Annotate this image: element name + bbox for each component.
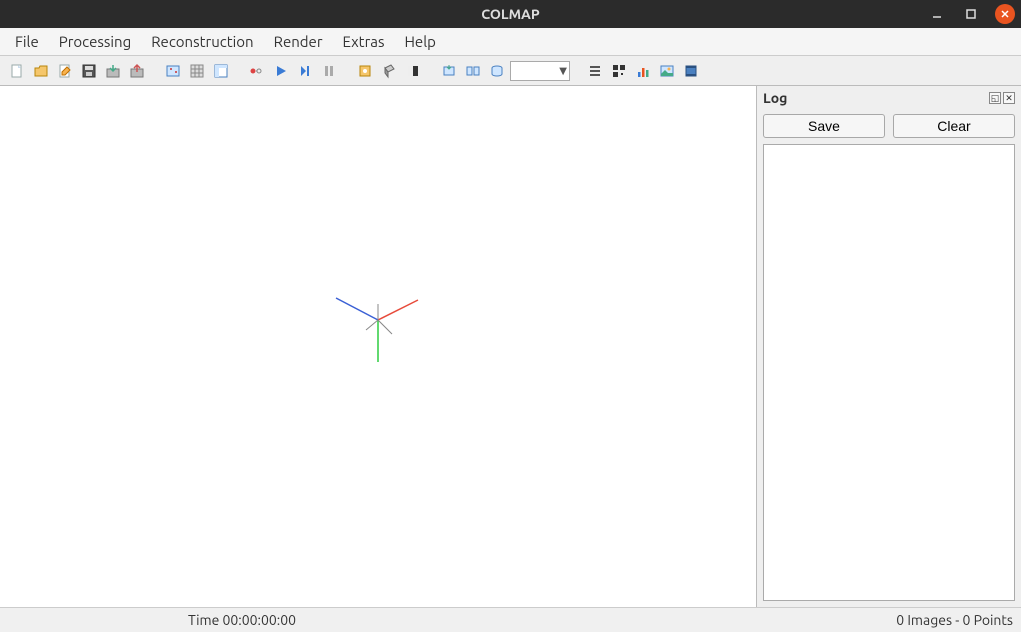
stats-chart-icon[interactable]: [632, 60, 654, 82]
grab-movie-icon[interactable]: [680, 60, 702, 82]
viewport-3d[interactable]: [0, 86, 756, 607]
undistort-icon[interactable]: [438, 60, 460, 82]
step-icon[interactable]: [294, 60, 316, 82]
edit-project-icon[interactable]: [54, 60, 76, 82]
feature-extraction-icon[interactable]: [162, 60, 184, 82]
menu-help[interactable]: Help: [395, 31, 444, 52]
close-button[interactable]: [995, 4, 1015, 24]
grab-image-icon[interactable]: [656, 60, 678, 82]
model-stats-icon[interactable]: [486, 60, 508, 82]
menu-reconstruction[interactable]: Reconstruction: [142, 31, 262, 52]
menu-file[interactable]: File: [6, 31, 48, 52]
extract-colors-icon[interactable]: [462, 60, 484, 82]
database-management-icon[interactable]: [210, 60, 232, 82]
window-title: COLMAP: [481, 6, 540, 22]
toolbar: ▼: [0, 56, 1021, 86]
model-select-combo[interactable]: ▼: [510, 61, 570, 81]
bundle-adjustment-icon[interactable]: [354, 60, 376, 82]
menu-processing[interactable]: Processing: [50, 31, 140, 52]
dense-reconstruction-icon[interactable]: [378, 60, 400, 82]
titlebar: COLMAP: [0, 0, 1021, 28]
statusbar: Time 00:00:00:00 0 Images - 0 Points: [0, 608, 1021, 632]
qr-icon[interactable]: [608, 60, 630, 82]
chevron-down-icon: ▼: [559, 65, 567, 77]
pause-icon[interactable]: [318, 60, 340, 82]
show-log-icon[interactable]: [584, 60, 606, 82]
menu-extras[interactable]: Extras: [334, 31, 394, 52]
log-title: Log: [763, 90, 787, 106]
menu-render[interactable]: Render: [265, 31, 332, 52]
log-panel: Log ◱ ✕ Save Clear: [756, 86, 1021, 607]
minimize-button[interactable]: [927, 4, 947, 24]
import-icon[interactable]: [102, 60, 124, 82]
menubar: File Processing Reconstruction Render Ex…: [0, 28, 1021, 56]
status-time: Time 00:00:00:00: [188, 612, 296, 628]
start-icon[interactable]: [270, 60, 292, 82]
log-output[interactable]: [763, 144, 1015, 601]
new-project-icon[interactable]: [6, 60, 28, 82]
render-options-icon[interactable]: [402, 60, 424, 82]
log-undock-button[interactable]: ◱: [989, 92, 1001, 104]
export-icon[interactable]: [126, 60, 148, 82]
feature-matching-icon[interactable]: [186, 60, 208, 82]
status-counts: 0 Images - 0 Points: [896, 612, 1013, 628]
open-project-icon[interactable]: [30, 60, 52, 82]
log-save-button[interactable]: Save: [763, 114, 885, 138]
log-clear-button[interactable]: Clear: [893, 114, 1015, 138]
log-close-button[interactable]: ✕: [1003, 92, 1015, 104]
axis-gizmo-icon: [318, 260, 438, 380]
maximize-button[interactable]: [961, 4, 981, 24]
automatic-reconstruction-icon[interactable]: [246, 60, 268, 82]
save-icon[interactable]: [78, 60, 100, 82]
